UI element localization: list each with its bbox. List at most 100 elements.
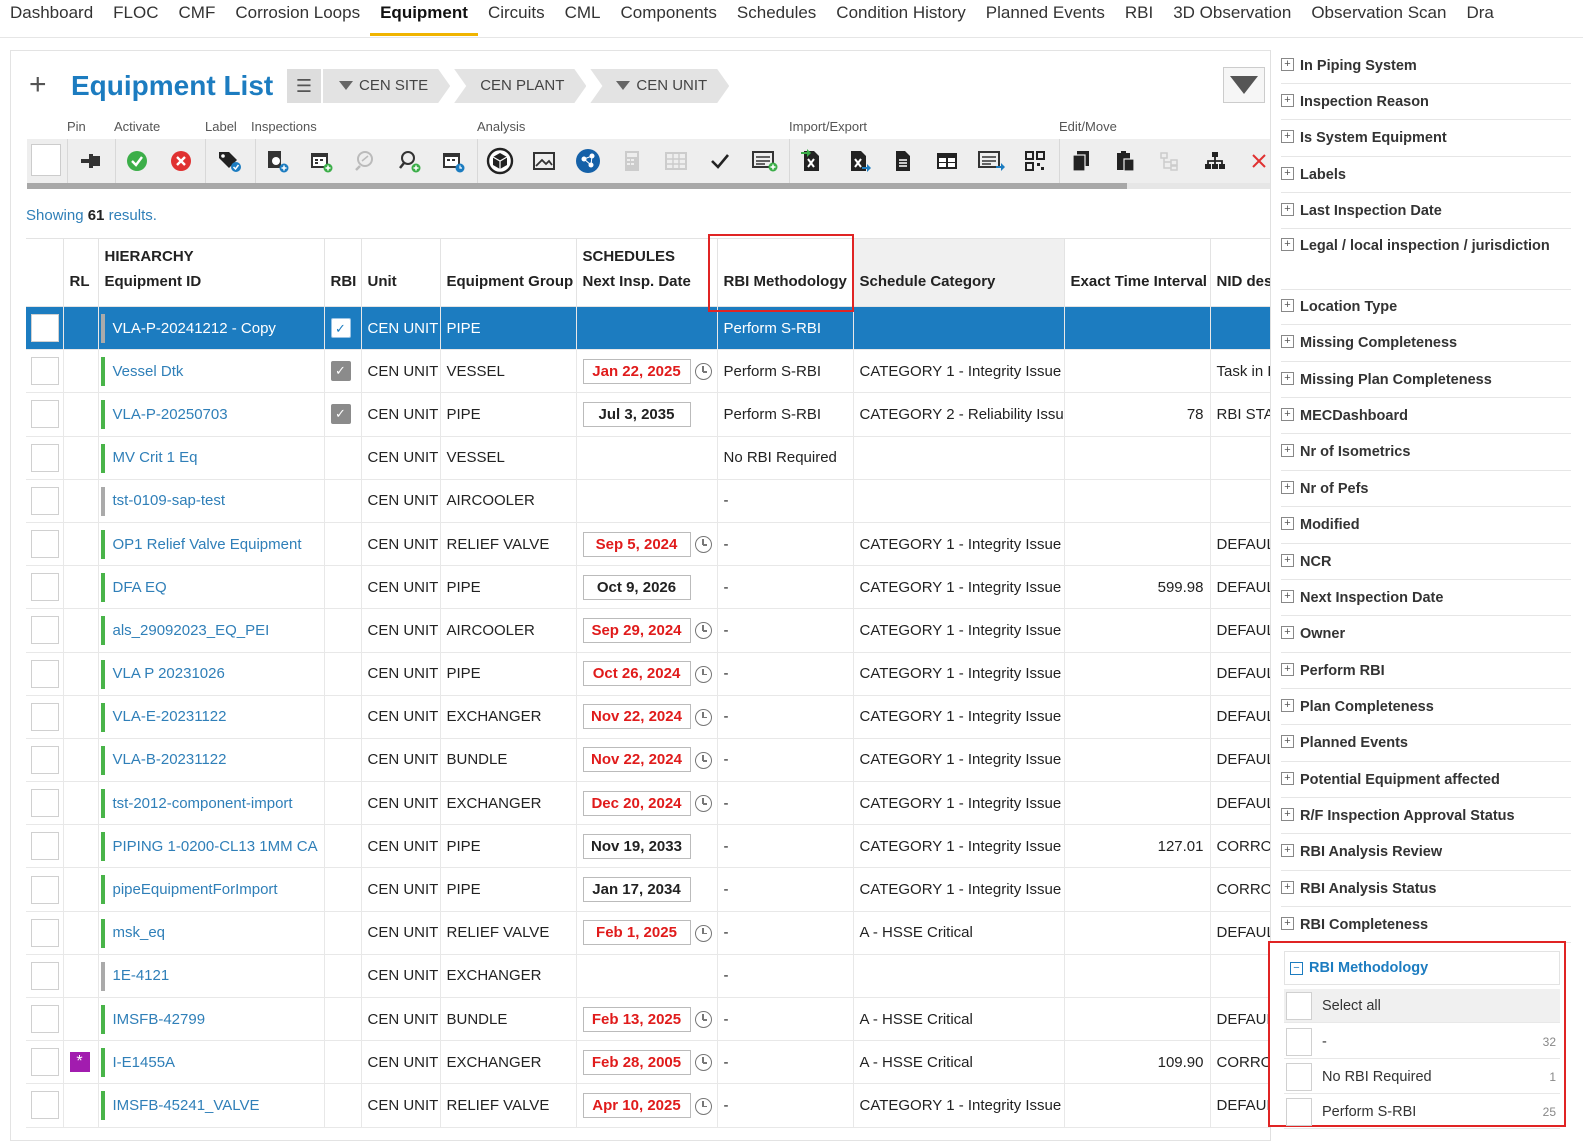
row-checkbox[interactable]: [31, 875, 59, 904]
col-next-insp-date[interactable]: SCHEDULES Next Insp. Date: [576, 238, 718, 307]
table-row[interactable]: * I-E1455A CEN UNIT EXCHANGER Feb 28, 2005- A…: [26, 1040, 1272, 1085]
deactivate-icon[interactable]: [163, 143, 199, 179]
filter-item[interactable]: + Perform RBI: [1281, 659, 1571, 689]
breadcrumb-plant[interactable]: CEN PLANT: [454, 69, 586, 103]
row-checkbox[interactable]: [31, 357, 59, 386]
table-row[interactable]: VLA-E-20231122 CEN UNIT EXCHANGER Nov 22, 2…: [26, 695, 1272, 739]
breadcrumb-unit[interactable]: CEN UNIT: [590, 69, 729, 103]
equipment-link[interactable]: IMSFB-45241_VALVE: [113, 1097, 260, 1114]
table-row[interactable]: IMSFB-45241_VALVE CEN UNIT RELIEF VALVE Apr…: [26, 1083, 1272, 1128]
excel-import-icon[interactable]: [793, 143, 829, 179]
col-equipment-group[interactable]: Equipment Group: [440, 238, 577, 307]
equipment-link[interactable]: 1E-4121: [113, 967, 170, 984]
filter-item[interactable]: + NCR: [1281, 550, 1571, 580]
equipment-link[interactable]: PIPING 1-0200-CL13 1MM CA: [113, 838, 318, 855]
equipment-link[interactable]: pipeEquipmentForImport: [113, 881, 278, 898]
row-checkbox[interactable]: [31, 832, 59, 861]
row-checkbox[interactable]: [31, 702, 59, 731]
row-checkbox[interactable]: [31, 789, 59, 818]
filter-item[interactable]: + Last Inspection Date: [1281, 199, 1571, 229]
nav-item-9[interactable]: Condition History: [826, 0, 975, 36]
equipment-link[interactable]: VLA-P-20241212 - Copy: [113, 320, 276, 337]
table-row[interactable]: tst-2012-component-import CEN UNIT EXCHANG…: [26, 781, 1272, 826]
table-row[interactable]: msk_eq CEN UNIT RELIEF VALVE Feb 1, 2025- A …: [26, 911, 1272, 955]
equipment-link[interactable]: Vessel Dtk: [113, 363, 184, 380]
filter-toggle-button[interactable]: [1223, 67, 1265, 103]
filter-option[interactable]: Select all: [1284, 989, 1560, 1023]
filter-item[interactable]: + Is System Equipment: [1281, 126, 1571, 157]
nav-item-12[interactable]: 3D Observation: [1163, 0, 1301, 36]
filter-option[interactable]: No RBI Required 1: [1284, 1060, 1560, 1094]
equipment-link[interactable]: VLA-E-20231122: [113, 708, 227, 725]
check-icon[interactable]: [702, 143, 738, 179]
nav-item-10[interactable]: Planned Events: [976, 0, 1115, 36]
document-icon[interactable]: [885, 143, 921, 179]
excel-export-icon[interactable]: [841, 143, 877, 179]
list-export-icon[interactable]: [973, 143, 1009, 179]
row-checkbox[interactable]: [31, 314, 59, 343]
nav-item-2[interactable]: CMF: [169, 0, 226, 36]
list-add-icon[interactable]: [747, 143, 783, 179]
filter-option-checkbox[interactable]: [1286, 1097, 1312, 1126]
row-checkbox[interactable]: [31, 486, 59, 515]
filter-item[interactable]: + Nr of Isometrics: [1281, 440, 1571, 471]
inspection-search-add-icon[interactable]: [391, 143, 427, 179]
filter-option[interactable]: - 32: [1284, 1025, 1560, 1059]
label-icon[interactable]: [211, 143, 247, 179]
filter-item[interactable]: + Modified: [1281, 513, 1571, 544]
equipment-link[interactable]: IMSFB-42799: [113, 1011, 206, 1028]
filter-item[interactable]: + Location Type: [1281, 295, 1571, 325]
filter-item[interactable]: + Missing Completeness: [1281, 331, 1571, 362]
toolbar-scrollbar[interactable]: [27, 183, 1272, 189]
col-schedule-category[interactable]: Schedule Category: [853, 238, 1065, 307]
table-row[interactable]: tst-0109-sap-test CEN UNIT AIRCOOLER -: [26, 479, 1272, 523]
table-row[interactable]: VLA-B-20231122 CEN UNIT BUNDLE Nov 22, 2024…: [26, 738, 1272, 783]
activate-icon[interactable]: [119, 143, 155, 179]
nav-item-8[interactable]: Schedules: [727, 0, 826, 36]
col-rl[interactable]: RL: [63, 238, 99, 307]
table-row[interactable]: pipeEquipmentForImport CEN UNIT PIPE Jan 17…: [26, 867, 1272, 912]
nav-item-13[interactable]: Observation Scan: [1301, 0, 1456, 36]
table-row[interactable]: als_29092023_EQ_PEI CEN UNIT AIRCOOLER Sep …: [26, 608, 1272, 653]
table-row[interactable]: VLA-P-20250703 ✓ CEN UNIT PIPE Jul 3, 2035 Pe…: [26, 392, 1272, 437]
hierarchy-icon[interactable]: [1197, 143, 1233, 179]
col-exact-time-interval[interactable]: Exact Time Interval: [1064, 238, 1211, 307]
row-checkbox[interactable]: [31, 1048, 59, 1077]
filter-option-checkbox[interactable]: [1286, 1027, 1312, 1056]
schedule-add-icon[interactable]: [303, 143, 339, 179]
filter-item[interactable]: + R/F Inspection Approval Status: [1281, 804, 1571, 834]
table-row[interactable]: Vessel Dtk ✓ CEN UNIT VESSEL Jan 22, 2025 Per…: [26, 349, 1272, 394]
filter-item[interactable]: + Inspection Reason: [1281, 90, 1571, 120]
grid-icon[interactable]: [658, 143, 694, 179]
schedule-clock-icon[interactable]: [435, 143, 471, 179]
equipment-link[interactable]: VLA-P-20250703: [113, 406, 228, 423]
filter-item[interactable]: + Nr of Pefs: [1281, 477, 1571, 507]
nav-item-6[interactable]: CML: [555, 0, 611, 36]
equipment-link[interactable]: tst-2012-component-import: [113, 795, 293, 812]
3d-model-icon[interactable]: [482, 143, 518, 179]
paste-icon[interactable]: [1107, 143, 1143, 179]
row-checkbox[interactable]: [31, 400, 59, 429]
equipment-link[interactable]: msk_eq: [113, 924, 166, 941]
qr-code-icon[interactable]: [1017, 143, 1053, 179]
pin-icon[interactable]: [73, 143, 109, 179]
table-row[interactable]: IMSFB-42799 CEN UNIT BUNDLE Feb 13, 2025- A …: [26, 997, 1272, 1042]
toolbar-scrollbar-thumb[interactable]: [27, 183, 1127, 189]
inspection-search-icon[interactable]: [347, 143, 383, 179]
calculator-icon[interactable]: [614, 143, 650, 179]
filter-item[interactable]: + MECDashboard: [1281, 404, 1571, 434]
equipment-link[interactable]: I-E1455A: [113, 1054, 176, 1071]
nav-item-0[interactable]: Dashboard: [0, 0, 103, 36]
breadcrumb-site[interactable]: CEN SITE: [323, 69, 450, 103]
filter-option-checkbox[interactable]: [1286, 991, 1312, 1020]
filter-item[interactable]: + Plan Completeness: [1281, 695, 1571, 725]
col-unit[interactable]: Unit: [361, 238, 441, 307]
breadcrumb-menu-button[interactable]: ☰: [287, 69, 321, 103]
inspection-add-icon[interactable]: [259, 143, 295, 179]
close-icon[interactable]: [1241, 143, 1272, 179]
equipment-link[interactable]: DFA EQ: [113, 579, 167, 596]
col-rbi[interactable]: RBI: [324, 238, 362, 307]
add-equipment-button[interactable]: +: [29, 68, 47, 102]
col-nid-description[interactable]: NID des: [1210, 238, 1272, 307]
rbi-methodology-filter-header[interactable]: − RBI Methodology: [1284, 951, 1560, 985]
